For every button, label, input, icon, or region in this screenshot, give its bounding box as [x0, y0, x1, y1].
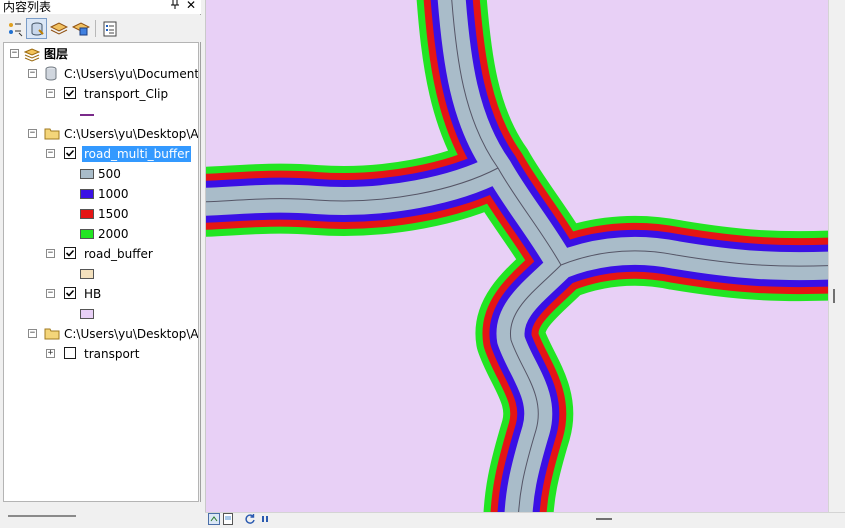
- collapse-icon[interactable]: −: [46, 89, 55, 98]
- map-vertical-scrollbar[interactable]: [828, 0, 845, 512]
- layer-hb[interactable]: − HB: [4, 285, 198, 303]
- fill-symbol-swatch: [80, 309, 94, 319]
- legend-class-1000: 1000: [4, 185, 198, 203]
- list-by-drawing-order-icon[interactable]: [4, 18, 25, 39]
- database-icon: [44, 66, 58, 85]
- arcmap-window: 内容列表 ✕ − 图层 − C:\Users\yu\Documents − tr…: [0, 0, 845, 528]
- tree-group-desktop-1[interactable]: − C:\Users\yu\Desktop\A: [4, 125, 199, 143]
- map-bottom-bar: [205, 512, 845, 528]
- map-vertical-scroll-thumb[interactable]: [833, 289, 835, 303]
- close-icon[interactable]: ✕: [186, 0, 196, 12]
- layer-name: road_multi_buffer: [82, 146, 192, 162]
- collapse-icon[interactable]: −: [46, 249, 55, 258]
- toolbar-separator: [95, 20, 96, 37]
- layer-visibility-checkbox[interactable]: [64, 347, 76, 359]
- fill-symbol-swatch: [80, 269, 94, 279]
- legend-class-2000: 2000: [4, 225, 198, 243]
- layers-icon: [23, 46, 41, 65]
- legend-class-500: 500: [4, 165, 198, 183]
- layer-visibility-checkbox[interactable]: [64, 287, 76, 299]
- class-swatch: [80, 189, 94, 199]
- pause-drawing-icon[interactable]: [259, 513, 271, 525]
- layout-view-icon[interactable]: [222, 513, 234, 525]
- layer-visibility-checkbox[interactable]: [64, 247, 76, 259]
- class-swatch: [80, 169, 94, 179]
- list-by-selection-icon[interactable]: [70, 18, 91, 39]
- group-path-label: C:\Users\yu\Desktop\A: [64, 327, 199, 341]
- group-path-label: C:\Users\yu\Desktop\A: [64, 127, 199, 141]
- class-label: 1500: [98, 207, 129, 221]
- layer-visibility-checkbox[interactable]: [64, 147, 76, 159]
- layer-transport[interactable]: + transport: [4, 345, 198, 363]
- layer-name: transport_Clip: [84, 87, 169, 101]
- expand-icon[interactable]: +: [46, 349, 55, 358]
- list-by-source-icon[interactable]: [26, 18, 47, 39]
- table-of-contents-panel: 内容列表 ✕ − 图层 − C:\Users\yu\Documents − tr…: [0, 0, 201, 528]
- options-icon[interactable]: [99, 18, 120, 39]
- pin-icon[interactable]: [170, 0, 180, 13]
- layer-name: road_buffer: [84, 247, 153, 261]
- class-label: 2000: [98, 227, 129, 241]
- layer-road-buffer[interactable]: − road_buffer: [4, 245, 198, 263]
- list-by-visibility-icon[interactable]: [48, 18, 69, 39]
- class-label: 1000: [98, 187, 129, 201]
- collapse-icon[interactable]: −: [28, 69, 37, 78]
- class-swatch: [80, 229, 94, 239]
- toc-horizontal-scroll-thumb[interactable]: [8, 515, 76, 517]
- legend-fill-symbol: [4, 305, 198, 323]
- layer-name: HB: [84, 287, 102, 301]
- layer-name: transport: [84, 347, 140, 361]
- layer-visibility-checkbox[interactable]: [64, 87, 76, 99]
- collapse-icon[interactable]: −: [28, 129, 37, 138]
- group-path-label: C:\Users\yu\Documents: [64, 67, 199, 81]
- collapse-icon[interactable]: −: [28, 329, 37, 338]
- toc-title: 内容列表: [3, 0, 52, 14]
- collapse-icon[interactable]: −: [10, 49, 19, 58]
- toc-toolbar: [0, 15, 201, 42]
- collapse-icon[interactable]: −: [46, 149, 55, 158]
- tree-root-label: 图层: [44, 47, 69, 61]
- collapse-icon[interactable]: −: [46, 289, 55, 298]
- folder-icon: [44, 126, 60, 143]
- toc-titlebar: 内容列表 ✕: [0, 0, 201, 14]
- tree-group-desktop-2[interactable]: − C:\Users\yu\Desktop\A: [4, 325, 199, 343]
- legend-line-symbol: [4, 105, 198, 123]
- toc-layer-tree: − 图层 − C:\Users\yu\Documents − transport…: [3, 42, 199, 502]
- refresh-icon[interactable]: [244, 513, 256, 525]
- layer-road-multi-buffer[interactable]: − road_multi_buffer: [4, 145, 198, 163]
- line-symbol-swatch: [80, 114, 94, 116]
- data-view-icon[interactable]: [208, 513, 220, 525]
- tree-root-layers[interactable]: − 图层: [4, 45, 198, 65]
- folder-icon: [44, 326, 60, 343]
- map-horizontal-scroll-thumb[interactable]: [596, 518, 612, 520]
- legend-fill-symbol: [4, 265, 198, 283]
- tree-group-documents[interactable]: − C:\Users\yu\Documents: [4, 65, 199, 85]
- map-view[interactable]: [205, 0, 828, 512]
- layer-transport-clip[interactable]: − transport_Clip: [4, 85, 198, 103]
- legend-class-1500: 1500: [4, 205, 198, 223]
- class-label: 500: [98, 167, 121, 181]
- road-buffer-map: [206, 0, 828, 512]
- class-swatch: [80, 209, 94, 219]
